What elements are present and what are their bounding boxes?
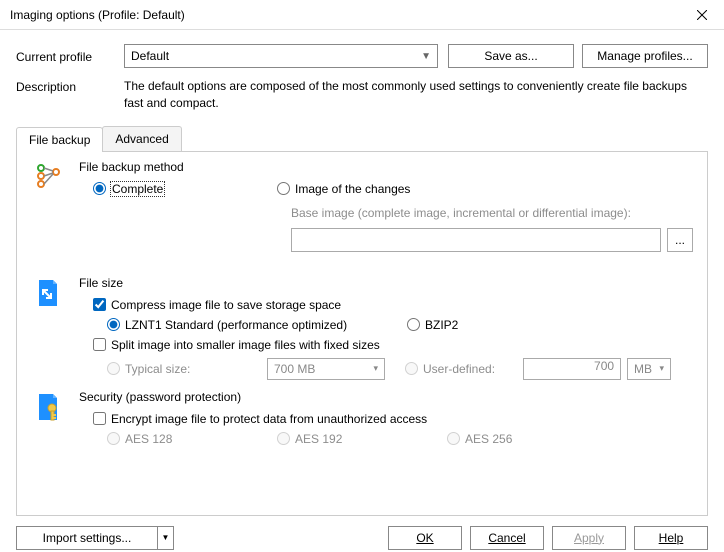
checkbox-compress[interactable] xyxy=(93,298,106,311)
import-dropdown-icon[interactable]: ▼ xyxy=(157,527,173,549)
unit-select-value: MB xyxy=(634,362,652,376)
radio-aes128-label: AES 128 xyxy=(125,432,172,446)
manage-profiles-button[interactable]: Manage profiles... xyxy=(582,44,708,68)
filesize-group-title: File size xyxy=(79,276,693,290)
method-group-title: File backup method xyxy=(79,160,693,174)
typical-size-select: 700 MB ▾ xyxy=(267,358,385,380)
save-as-button[interactable]: Save as... xyxy=(448,44,574,68)
browse-button[interactable]: ... xyxy=(667,228,693,252)
description-text: The default options are composed of the … xyxy=(124,78,708,112)
titlebar: Imaging options (Profile: Default) xyxy=(0,0,724,30)
base-image-input[interactable] xyxy=(291,228,661,252)
radio-complete[interactable] xyxy=(93,182,106,195)
profile-select-value: Default xyxy=(131,49,169,63)
unit-select: MB ▾ xyxy=(627,358,671,380)
method-icon xyxy=(34,162,62,190)
user-defined-input: 700 xyxy=(523,358,621,380)
import-settings-label: Import settings... xyxy=(43,531,132,545)
close-button[interactable] xyxy=(680,0,724,30)
radio-changes[interactable] xyxy=(277,182,290,195)
radio-aes192-label: AES 192 xyxy=(295,432,342,446)
security-icon xyxy=(35,392,61,422)
security-group-title: Security (password protection) xyxy=(79,390,693,404)
import-settings-button[interactable]: Import settings... ▼ xyxy=(16,526,174,550)
filesize-icon xyxy=(35,278,61,308)
checkbox-split[interactable] xyxy=(93,338,106,351)
tab-body: File backup method Complete Image of the… xyxy=(16,152,708,516)
radio-user-defined xyxy=(405,362,418,375)
chevron-down-icon: ▾ xyxy=(373,363,378,374)
tab-strip: File backup Advanced xyxy=(16,126,708,152)
checkbox-compress-label: Compress image file to save storage spac… xyxy=(111,298,341,312)
profile-select[interactable]: Default ▼ xyxy=(124,44,438,68)
chevron-down-icon: ▼ xyxy=(421,51,431,62)
chevron-down-icon: ▾ xyxy=(660,363,665,374)
close-icon xyxy=(697,10,707,20)
ok-button[interactable]: OK xyxy=(388,526,462,550)
window-title: Imaging options (Profile: Default) xyxy=(10,8,680,22)
description-label: Description xyxy=(16,78,124,112)
apply-button[interactable]: Apply xyxy=(552,526,626,550)
radio-aes256-label: AES 256 xyxy=(465,432,512,446)
radio-lznt1-label: LZNT1 Standard (performance optimized) xyxy=(125,318,347,332)
checkbox-split-label: Split image into smaller image files wit… xyxy=(111,338,380,352)
radio-aes256 xyxy=(447,432,460,445)
cancel-button[interactable]: Cancel xyxy=(470,526,544,550)
radio-typical-size xyxy=(107,362,120,375)
radio-user-defined-label: User-defined: xyxy=(423,362,495,376)
radio-complete-label: Complete xyxy=(111,182,164,196)
checkbox-encrypt[interactable] xyxy=(93,412,106,425)
tab-file-backup[interactable]: File backup xyxy=(16,127,103,152)
radio-bzip2-label: BZIP2 xyxy=(425,318,458,332)
base-image-hint: Base image (complete image, incremental … xyxy=(291,206,693,220)
tab-advanced[interactable]: Advanced xyxy=(102,126,181,151)
current-profile-label: Current profile xyxy=(16,48,124,64)
radio-aes128 xyxy=(107,432,120,445)
radio-bzip2[interactable] xyxy=(407,318,420,331)
help-button[interactable]: Help xyxy=(634,526,708,550)
radio-typical-label: Typical size: xyxy=(125,362,190,376)
radio-lznt1[interactable] xyxy=(107,318,120,331)
radio-changes-label: Image of the changes xyxy=(295,182,410,196)
checkbox-encrypt-label: Encrypt image file to protect data from … xyxy=(111,412,427,426)
radio-aes192 xyxy=(277,432,290,445)
typical-size-value: 700 MB xyxy=(274,362,315,376)
